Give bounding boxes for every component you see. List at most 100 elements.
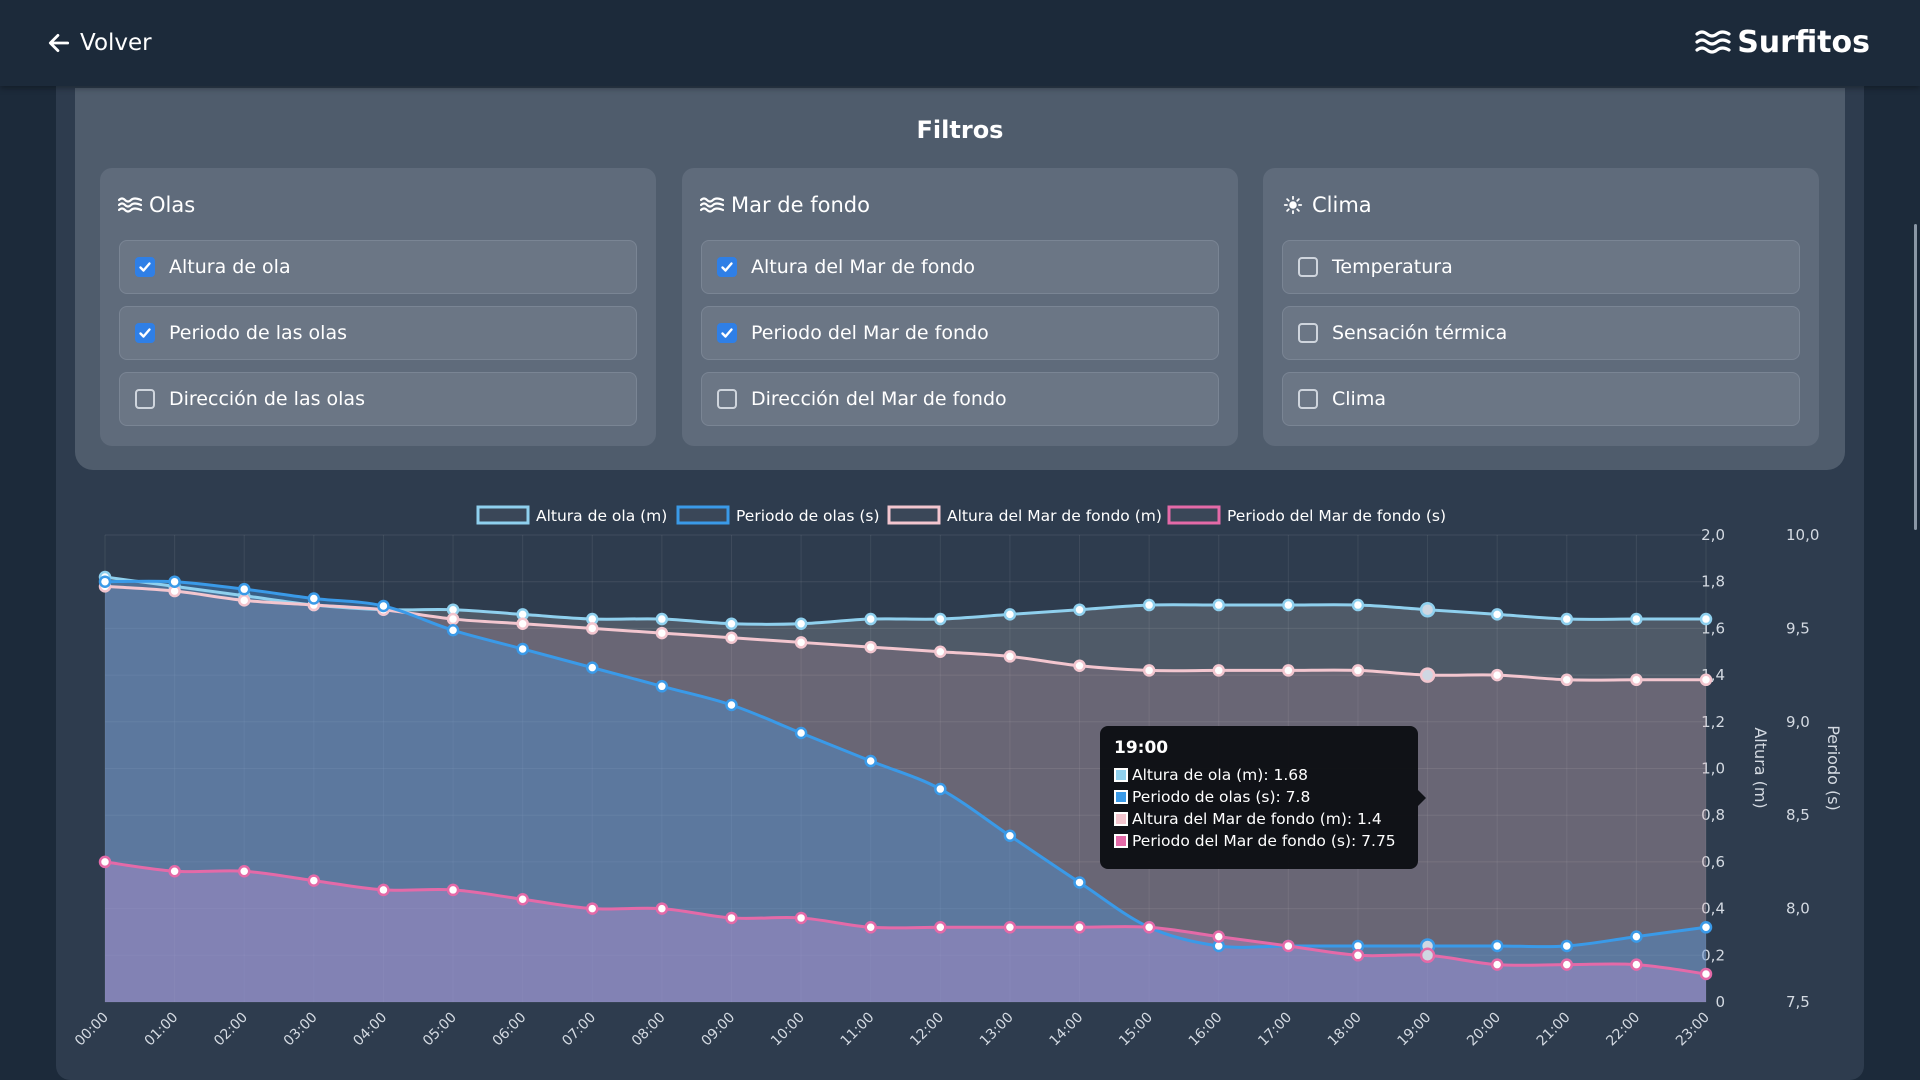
data-point[interactable] (1212, 930, 1225, 943)
data-point[interactable] (794, 617, 808, 630)
x-tick-label: 16:00 (1186, 1010, 1226, 1050)
y-right-axis-title: Periodo (s) (1824, 725, 1843, 811)
data-point[interactable] (237, 594, 251, 607)
data-point[interactable] (934, 645, 947, 658)
data-point[interactable] (168, 575, 181, 588)
x-tick-label: 17:00 (1255, 1010, 1295, 1050)
back-button[interactable]: Volver (46, 26, 152, 60)
forecast-chart: 00,20,40,60,81,01,21,41,61,82,07,58,08,5… (72, 505, 1843, 1050)
data-point[interactable] (1630, 930, 1643, 943)
data-point[interactable] (446, 612, 460, 626)
legend-label[interactable]: Altura del Mar de fondo (m) (947, 507, 1162, 525)
data-point[interactable] (1003, 829, 1017, 842)
data-point[interactable] (1282, 598, 1295, 612)
data-point[interactable] (1351, 949, 1365, 962)
data-point[interactable] (1419, 947, 1436, 964)
x-tick-label: 09:00 (698, 1010, 738, 1050)
data-point[interactable] (1073, 876, 1086, 889)
data-point[interactable] (725, 617, 738, 630)
data-point[interactable] (237, 582, 251, 596)
data-point[interactable] (1003, 608, 1017, 621)
data-point[interactable] (446, 624, 460, 637)
data-point[interactable] (1351, 664, 1365, 677)
data-point[interactable] (1490, 608, 1504, 621)
data-point[interactable] (1560, 612, 1574, 626)
data-point[interactable] (1560, 673, 1574, 687)
data-point[interactable] (237, 864, 251, 878)
data-point[interactable] (1699, 612, 1713, 626)
legend-label[interactable]: Altura de ola (m) (536, 507, 667, 525)
legend-label[interactable]: Periodo de olas (s) (736, 507, 880, 525)
arrow-left-icon (48, 34, 70, 52)
data-point[interactable] (1490, 668, 1504, 682)
data-point[interactable] (446, 883, 460, 897)
data-point[interactable] (864, 754, 877, 768)
legend-label[interactable]: Periodo del Mar de fondo (s) (1227, 507, 1446, 525)
data-point[interactable] (1630, 673, 1643, 687)
legend-swatch[interactable] (1167, 505, 1221, 525)
data-point[interactable] (516, 893, 529, 906)
data-point[interactable] (1419, 667, 1436, 683)
data-point[interactable] (934, 921, 947, 934)
data-point[interactable] (1003, 650, 1017, 663)
data-point[interactable] (1699, 967, 1713, 981)
brand-logo[interactable]: Surfitos (1695, 22, 1870, 62)
data-point[interactable] (586, 622, 599, 635)
data-point[interactable] (934, 782, 947, 796)
x-tick-label: 23:00 (1673, 1010, 1713, 1050)
data-point[interactable] (586, 661, 599, 674)
data-point[interactable] (516, 617, 529, 630)
data-point[interactable] (98, 855, 112, 869)
data-point[interactable] (725, 631, 738, 644)
data-point[interactable] (1282, 939, 1295, 953)
data-point[interactable] (98, 575, 112, 588)
data-point[interactable] (516, 642, 529, 656)
data-point[interactable] (1142, 921, 1156, 934)
data-point[interactable] (794, 726, 808, 740)
data-point[interactable] (1142, 598, 1156, 612)
legend-swatch[interactable] (676, 505, 730, 525)
data-point[interactable] (1699, 921, 1713, 934)
data-point[interactable] (864, 640, 877, 654)
data-point[interactable] (1003, 921, 1017, 934)
tooltip-row: Altura de ola (m): 1.68 (1114, 764, 1404, 786)
x-tick-label: 18:00 (1325, 1010, 1365, 1050)
data-point[interactable] (1630, 612, 1643, 626)
data-point[interactable] (655, 680, 669, 693)
data-point[interactable] (934, 612, 947, 626)
x-tick-label: 21:00 (1534, 1010, 1574, 1050)
data-point[interactable] (864, 612, 877, 626)
data-point[interactable] (1073, 603, 1086, 616)
data-point[interactable] (1351, 598, 1365, 612)
data-point[interactable] (655, 612, 669, 626)
data-point[interactable] (1560, 958, 1574, 971)
data-point[interactable] (1073, 921, 1086, 934)
data-point[interactable] (1490, 939, 1504, 953)
legend-swatch[interactable] (887, 505, 941, 525)
data-point[interactable] (168, 864, 181, 878)
data-point[interactable] (307, 592, 321, 605)
data-point[interactable] (1490, 958, 1504, 971)
data-point[interactable] (377, 599, 390, 613)
data-point[interactable] (1142, 664, 1156, 677)
data-point[interactable] (794, 911, 808, 925)
data-point[interactable] (725, 698, 738, 712)
data-point[interactable] (655, 626, 669, 640)
data-point[interactable] (307, 874, 321, 887)
data-point[interactable] (586, 902, 599, 915)
data-point[interactable] (1699, 673, 1713, 687)
data-point[interactable] (1073, 659, 1086, 673)
x-tick-label: 05:00 (420, 1010, 460, 1050)
data-point[interactable] (1212, 598, 1225, 612)
data-point[interactable] (377, 883, 390, 897)
data-point[interactable] (655, 902, 669, 915)
data-point[interactable] (864, 921, 877, 934)
legend-swatch[interactable] (476, 505, 530, 525)
data-point[interactable] (1419, 601, 1436, 618)
data-point[interactable] (1212, 664, 1225, 677)
data-point[interactable] (1560, 939, 1574, 953)
data-point[interactable] (1282, 664, 1295, 677)
data-point[interactable] (725, 911, 738, 925)
data-point[interactable] (794, 636, 808, 649)
data-point[interactable] (1630, 958, 1643, 971)
